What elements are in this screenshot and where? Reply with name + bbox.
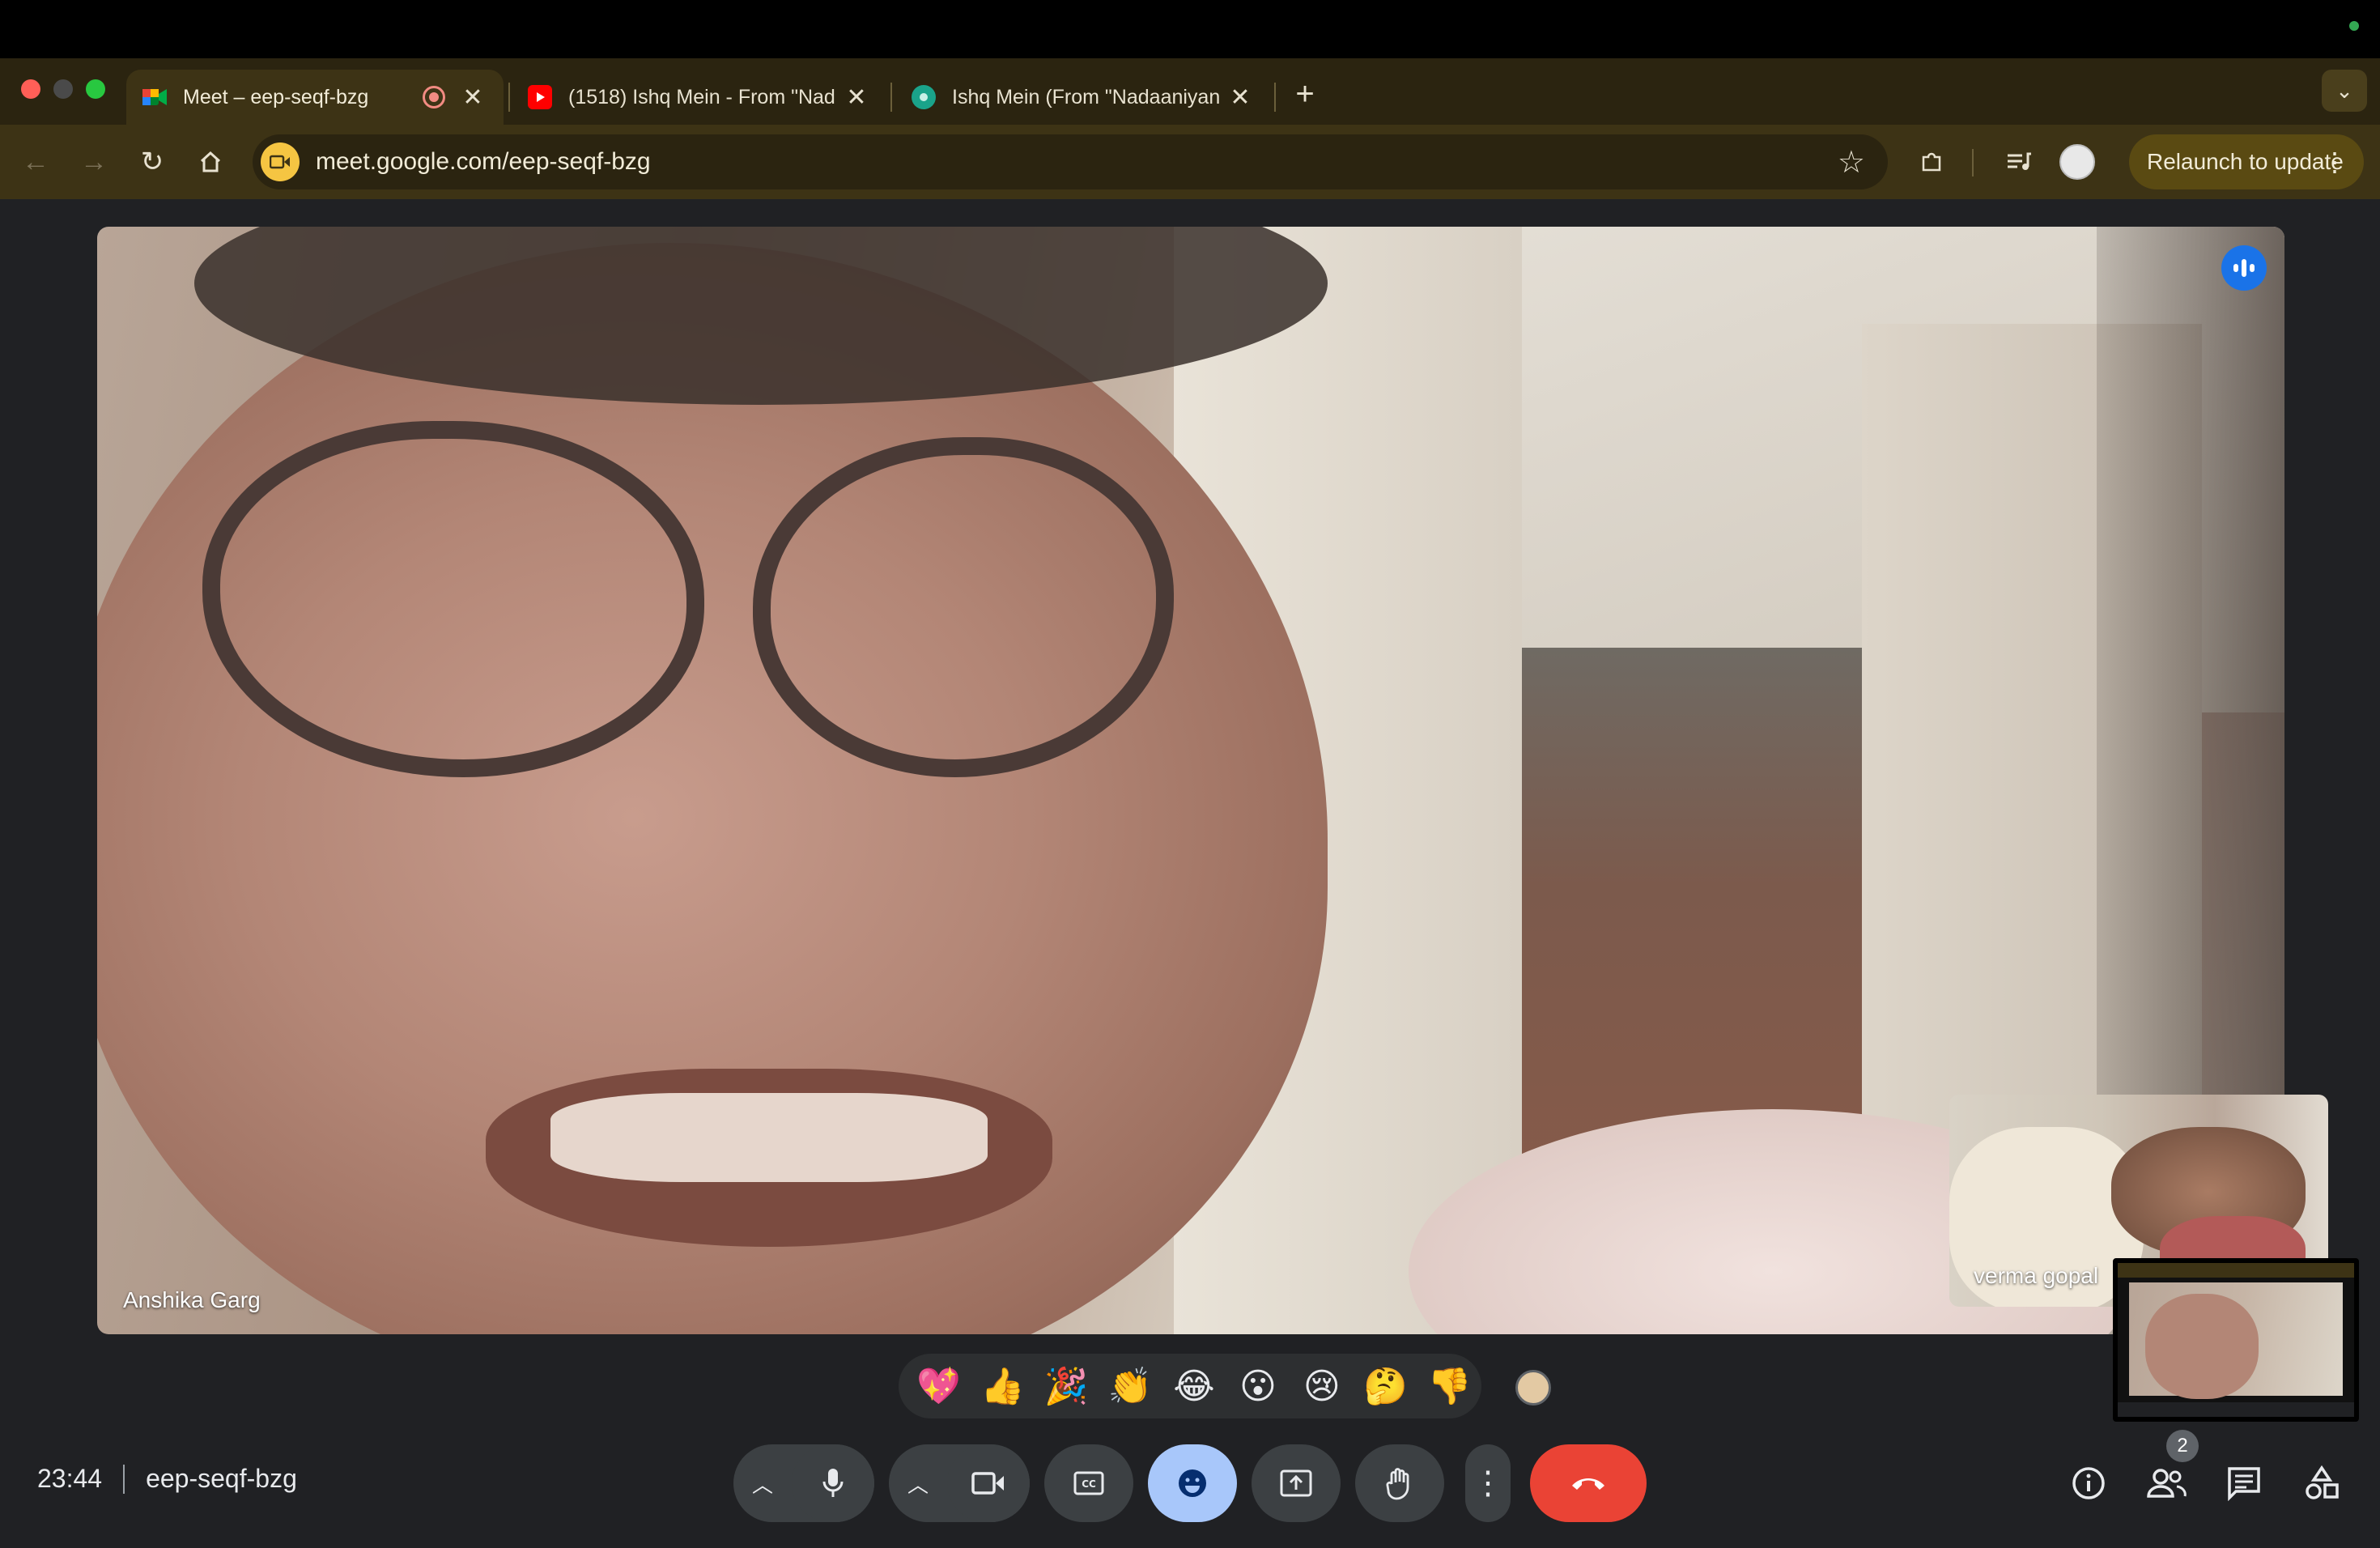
tab-close-icon[interactable]: ✕ xyxy=(458,83,487,112)
address-bar[interactable]: meet.google.com/eep-seqf-bzg ☆ xyxy=(253,134,1888,189)
recording-indicator-icon xyxy=(423,86,445,108)
more-options-icon[interactable]: ⋮ xyxy=(1465,1444,1511,1522)
thumbnail-face xyxy=(2145,1294,2259,1399)
google-meet-icon xyxy=(142,85,167,109)
people-icon[interactable] xyxy=(2140,1457,2192,1509)
camera-button[interactable] xyxy=(947,1444,1030,1522)
home-icon[interactable] xyxy=(191,142,230,181)
tab-youtube[interactable]: (1518) Ishq Mein - From "Nad ✕ xyxy=(512,70,887,125)
tab-meet[interactable]: Meet – eep-seqf-bzg ✕ xyxy=(126,70,504,125)
reaction-thinking[interactable]: 🤔 xyxy=(1354,1354,1417,1418)
profile-avatar[interactable] xyxy=(2059,144,2095,180)
reaction-party-popper[interactable]: 🎉 xyxy=(1035,1354,1099,1418)
toolbar-divider xyxy=(1972,149,1974,176)
back-arrow-icon[interactable]: ← xyxy=(16,142,55,181)
info-divider xyxy=(123,1464,125,1494)
thumbnail-video xyxy=(2129,1282,2343,1399)
reactions-button[interactable] xyxy=(1148,1444,1237,1522)
audio-settings-chevron-icon[interactable]: ︿ xyxy=(733,1444,792,1522)
tab-divider xyxy=(890,83,892,112)
tab-close-icon[interactable]: ✕ xyxy=(842,83,871,112)
youtube-icon xyxy=(528,85,552,109)
meeting-code: eep-seqf-bzg xyxy=(146,1464,297,1493)
reaction-crying[interactable]: 😢 xyxy=(1290,1354,1354,1418)
camera-site-permission-icon[interactable] xyxy=(261,142,300,181)
thumbnail-controls-bar xyxy=(2118,1402,2354,1417)
camera-indicator-icon xyxy=(2349,21,2359,31)
tab-title: Meet – eep-seqf-bzg xyxy=(183,85,369,108)
tab-divider xyxy=(1274,83,1276,112)
media-controls-icon[interactable] xyxy=(2000,142,2038,181)
skin-tone-selector[interactable] xyxy=(1515,1370,1551,1406)
reaction-thumbs-up[interactable]: 👍 xyxy=(971,1354,1035,1418)
tab-lyrics[interactable]: Ishq Mein (From "Nadaaniyan ✕ xyxy=(895,70,1271,125)
relaunch-label: Relaunch to update xyxy=(2147,149,2344,174)
browser-tab-strip: Meet – eep-seqf-bzg ✕ (1518) Ishq Mein -… xyxy=(0,58,2380,125)
svg-text:CC: CC xyxy=(1082,1478,1096,1490)
reaction-thumbs-down[interactable]: 👎 xyxy=(1417,1354,1481,1418)
browser-toolbar: ← → ↻ meet.google.com/eep-seqf-bzg ☆ Rel… xyxy=(0,125,2380,199)
mic-control-group: ︿ xyxy=(733,1444,874,1522)
camera-control-group: ︿ xyxy=(889,1444,1030,1522)
forward-arrow-icon[interactable]: → xyxy=(74,142,113,181)
window-minimize-button[interactable] xyxy=(53,79,73,99)
captions-button[interactable]: CC xyxy=(1044,1444,1133,1522)
reactions-bar: 💖 👍 🎉 👏 😂 😮 😢 🤔 👎 xyxy=(899,1354,1481,1418)
tab-title: Ishq Mein (From "Nadaaniyan xyxy=(952,85,1221,108)
participant-video-teeth xyxy=(550,1093,988,1182)
leave-call-button[interactable] xyxy=(1530,1444,1647,1522)
participant-count-badge: 2 xyxy=(2166,1430,2199,1462)
tab-divider xyxy=(508,83,510,112)
browser-menu-dots-icon[interactable]: ⋮ xyxy=(2322,147,2348,177)
reload-icon[interactable]: ↻ xyxy=(133,142,172,181)
new-tab-button[interactable]: + xyxy=(1287,76,1323,112)
reaction-surprised[interactable]: 😮 xyxy=(1226,1354,1290,1418)
lyrics-site-icon xyxy=(912,85,936,109)
present-screen-button[interactable] xyxy=(1252,1444,1341,1522)
system-menu-bar xyxy=(0,0,2380,58)
tab-close-icon[interactable]: ✕ xyxy=(1226,83,1255,112)
extensions-puzzle-icon[interactable] xyxy=(1912,142,1951,181)
relaunch-to-update-button[interactable]: Relaunch to update ⋮ xyxy=(2129,134,2364,189)
tab-search-chevron-icon[interactable]: ⌄ xyxy=(2322,70,2367,112)
url-text: meet.google.com/eep-seqf-bzg xyxy=(316,148,651,175)
meeting-clock: 23:44 xyxy=(37,1464,103,1493)
speaking-indicator-icon xyxy=(2221,245,2267,291)
reaction-sparkling-heart[interactable]: 💖 xyxy=(907,1354,971,1418)
pip-participant-name: verma gopal xyxy=(1974,1263,2099,1288)
tab-title: (1518) Ishq Mein - From "Nad xyxy=(568,85,835,108)
activities-icon[interactable] xyxy=(2296,1457,2348,1509)
reaction-laughing[interactable]: 😂 xyxy=(1162,1354,1226,1418)
chat-icon[interactable] xyxy=(2218,1457,2270,1509)
video-settings-chevron-icon[interactable]: ︿ xyxy=(889,1444,947,1522)
window-zoom-button[interactable] xyxy=(86,79,105,99)
window-close-button[interactable] xyxy=(21,79,40,99)
meeting-details: 23:44 eep-seqf-bzg xyxy=(37,1464,297,1494)
meeting-info-icon[interactable] xyxy=(2063,1457,2114,1509)
microphone-button[interactable] xyxy=(792,1444,874,1522)
bookmark-star-icon[interactable]: ☆ xyxy=(1838,144,1865,181)
main-participant-name: Anshika Garg xyxy=(123,1287,261,1312)
reaction-clapping[interactable]: 👏 xyxy=(1099,1354,1162,1418)
thumbnail-browser-bar xyxy=(2118,1263,2354,1278)
raise-hand-button[interactable] xyxy=(1355,1444,1444,1522)
self-view-thumbnail[interactable] xyxy=(2113,1258,2359,1422)
